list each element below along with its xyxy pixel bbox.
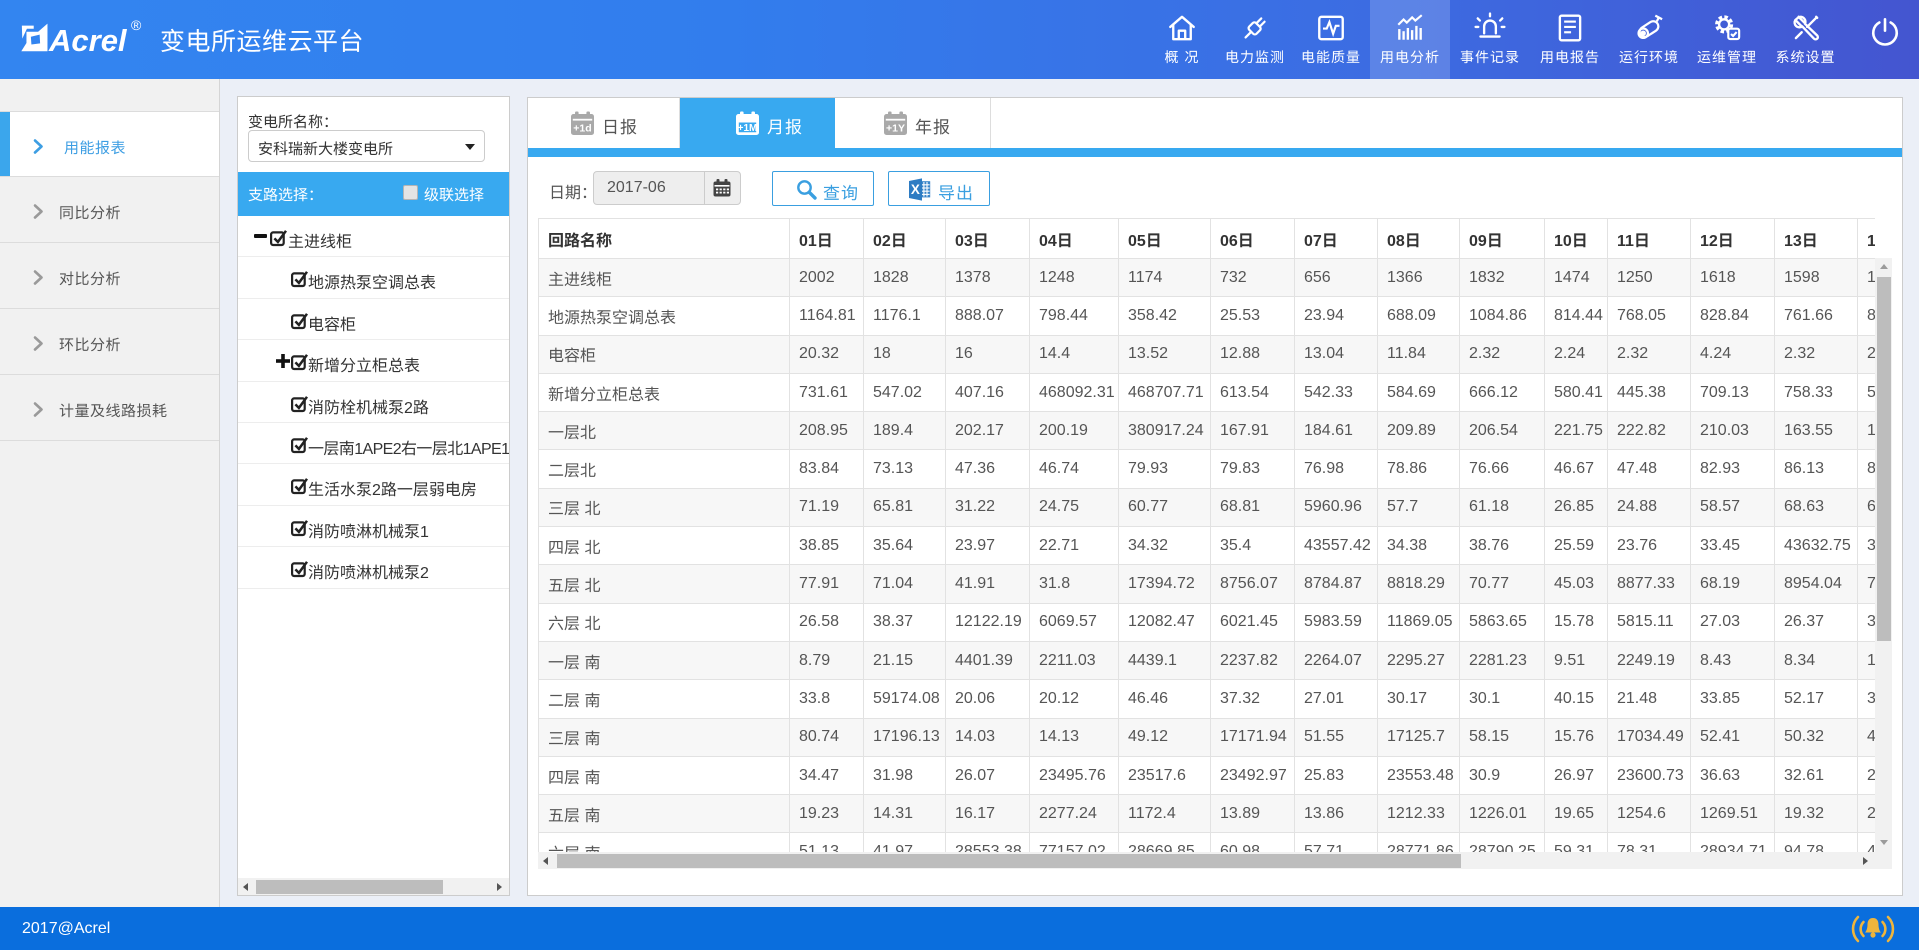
svg-text:X: X bbox=[911, 182, 920, 197]
